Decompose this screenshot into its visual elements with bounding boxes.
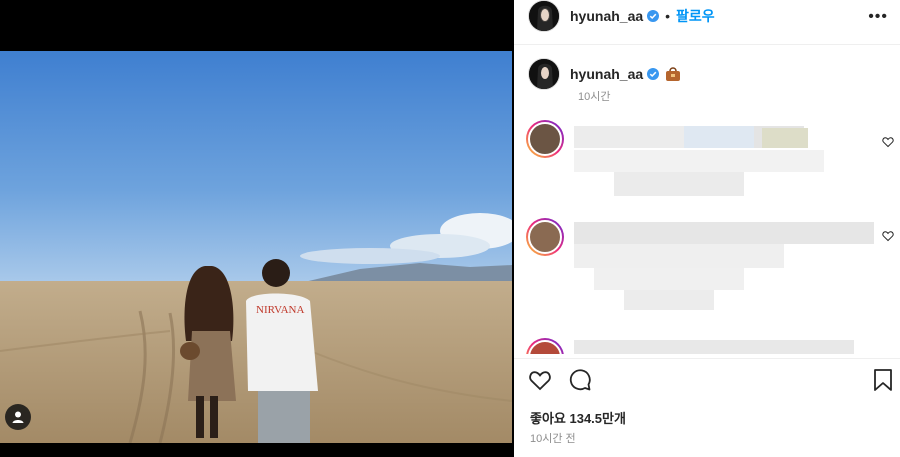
avatar[interactable]: [528, 0, 560, 32]
blurred-text: [594, 268, 744, 290]
actions-divider: [514, 358, 900, 359]
avatar-image: [529, 1, 559, 31]
post-timestamp: 10시간 전: [530, 433, 576, 445]
photo-panel: NIRVANA: [0, 0, 512, 457]
post-username[interactable]: hyunah_aa: [570, 8, 643, 24]
bookmark-icon[interactable]: [872, 368, 894, 392]
blurred-text: [624, 290, 714, 310]
post-photo[interactable]: NIRVANA: [0, 51, 512, 443]
caption-time: 10시간: [578, 91, 611, 103]
comment-avatar[interactable]: [526, 218, 564, 256]
blurred-text: [574, 222, 874, 244]
follow-button[interactable]: 팔로우: [676, 6, 715, 26]
comment-like-icon[interactable]: [882, 136, 894, 148]
svg-text:NIRVANA: NIRVANA: [256, 304, 304, 316]
comment-icon[interactable]: [568, 368, 592, 392]
shopping-bag-icon: [666, 67, 681, 81]
caption-username[interactable]: hyunah_aa: [570, 66, 643, 82]
verified-badge-icon: [647, 10, 660, 22]
verified-badge-icon: [647, 68, 660, 80]
more-options-icon[interactable]: •••: [868, 8, 888, 26]
separator-dot: •: [665, 8, 671, 24]
comment-item: [514, 338, 900, 354]
blurred-text: [574, 126, 684, 148]
comment-item: [514, 120, 900, 210]
comments-list: [514, 118, 900, 354]
caption: hyunah_aa 10시간: [514, 58, 900, 103]
comment-like-icon[interactable]: [882, 230, 894, 242]
post-header: hyunah_aa • 팔로우 •••: [514, 0, 900, 32]
caption-avatar[interactable]: [528, 58, 560, 90]
comment-item: [514, 218, 900, 318]
avatar-image: [529, 59, 559, 89]
blurred-text: [574, 244, 784, 268]
comment-avatar[interactable]: [526, 338, 564, 354]
blurred-text: [614, 172, 744, 196]
beach-photo: NIRVANA: [0, 51, 512, 443]
likes-count[interactable]: 좋아요 134.5만개: [530, 408, 626, 427]
user-tag-button[interactable]: [5, 404, 31, 430]
blurred-text: [684, 126, 754, 148]
blurred-text: [762, 128, 808, 148]
header-divider: [514, 44, 900, 45]
blurred-text: [574, 340, 854, 354]
user-tag-icon: [12, 411, 24, 423]
heart-icon[interactable]: [528, 368, 552, 392]
blurred-text: [574, 150, 824, 172]
post-panel: hyunah_aa • 팔로우 ••• hyunah_aa 10시간 좋아요 1…: [514, 0, 900, 457]
comment-avatar[interactable]: [526, 120, 564, 158]
action-bar: [514, 366, 900, 396]
